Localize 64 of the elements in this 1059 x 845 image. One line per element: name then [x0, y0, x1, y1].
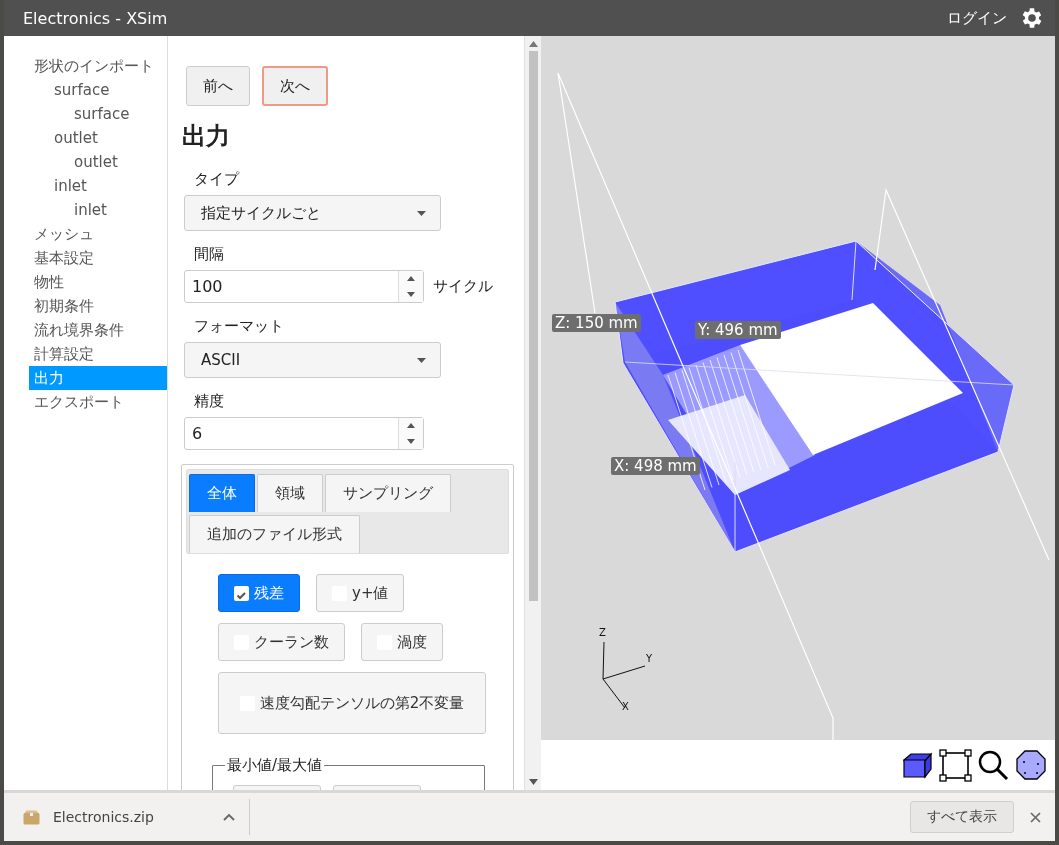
tab[interactable]: 追加のファイル形式: [189, 515, 360, 553]
search-icon[interactable]: [978, 749, 1009, 781]
tree-item[interactable]: 流れ境界条件: [29, 318, 167, 342]
spin-down-icon[interactable]: [407, 291, 415, 297]
number-field[interactable]: 100: [184, 270, 424, 303]
tree-item[interactable]: エクスポート: [29, 390, 167, 414]
tree-item[interactable]: 計算設定: [29, 342, 167, 366]
scrollbar-thumb[interactable]: [528, 51, 538, 601]
close-icon[interactable]: [1030, 811, 1041, 823]
polyhedron-icon[interactable]: [1015, 749, 1047, 781]
tree-item[interactable]: outlet: [29, 150, 167, 174]
scroll-up-icon[interactable]: [528, 41, 538, 47]
toggle-button[interactable]: y+値: [316, 574, 405, 612]
field-label: フォーマット: [194, 317, 284, 336]
nav-button[interactable]: 次へ: [262, 66, 328, 106]
cube-icon[interactable]: [903, 751, 933, 779]
package-icon: [23, 809, 40, 825]
tree-item[interactable]: メッシュ: [29, 222, 167, 246]
select-field[interactable]: ASCII: [184, 342, 441, 378]
unit-label: サイクル: [433, 277, 493, 296]
toggle-button[interactable]: 残差: [218, 574, 300, 612]
toggle-button[interactable]: クーラン数: [218, 623, 345, 661]
tree-item[interactable]: surface: [29, 78, 167, 102]
show-all-button[interactable]: すべて表示: [910, 801, 1014, 833]
tree-item[interactable]: inlet: [29, 174, 167, 198]
number-field[interactable]: 6: [184, 417, 424, 450]
tree-item[interactable]: 基本設定: [29, 246, 167, 270]
field-label: 精度: [194, 392, 224, 411]
toggle-button[interactable]: 渦度: [361, 623, 443, 661]
tab[interactable]: 領域: [257, 474, 323, 512]
axis-label: Z: [599, 627, 606, 638]
login-link[interactable]: ログイン: [947, 8, 1007, 28]
tree-item[interactable]: surface: [29, 102, 167, 126]
field-label: 間隔: [194, 245, 224, 264]
selection-box-icon[interactable]: [939, 748, 972, 782]
tree-item[interactable]: outlet: [29, 126, 167, 150]
axes-triad: [602, 641, 646, 709]
download-filename[interactable]: Electronics.zip: [53, 809, 193, 825]
scroll-down-icon[interactable]: [528, 779, 538, 785]
tree-item[interactable]: 初期条件: [29, 294, 167, 318]
window-title: Electronics - XSim: [23, 8, 169, 28]
axis-label: Y: [646, 653, 653, 664]
tab[interactable]: 全体: [189, 474, 255, 512]
dimension-label: Y: 496 mm: [695, 321, 781, 339]
checkbox-icon: [234, 585, 249, 601]
field-label: タイプ: [194, 170, 239, 189]
dimension-label: X: 498 mm: [611, 457, 700, 475]
tree-item[interactable]: 形状のインポート: [29, 54, 167, 78]
section-heading: 出力: [182, 121, 231, 152]
nav-button[interactable]: 前へ: [186, 66, 250, 106]
chevron-up-icon[interactable]: [223, 813, 235, 821]
spin-down-icon[interactable]: [407, 438, 415, 444]
tab[interactable]: サンプリング: [325, 474, 451, 512]
dimension-label: Z: 150 mm: [552, 314, 641, 332]
toggle-button[interactable]: 速度勾配テンソルの第2不変量: [218, 672, 486, 734]
group-legend: 最小値/最大値: [225, 756, 325, 775]
select-field[interactable]: 指定サイクルごと: [184, 195, 441, 231]
spin-up-icon[interactable]: [407, 423, 415, 429]
spin-up-icon[interactable]: [407, 276, 415, 282]
axis-label: X: [622, 701, 629, 712]
caret-icon: [417, 357, 426, 363]
caret-icon: [417, 210, 426, 216]
tree-item[interactable]: inlet: [29, 198, 167, 222]
tree-item[interactable]: 物性: [29, 270, 167, 294]
